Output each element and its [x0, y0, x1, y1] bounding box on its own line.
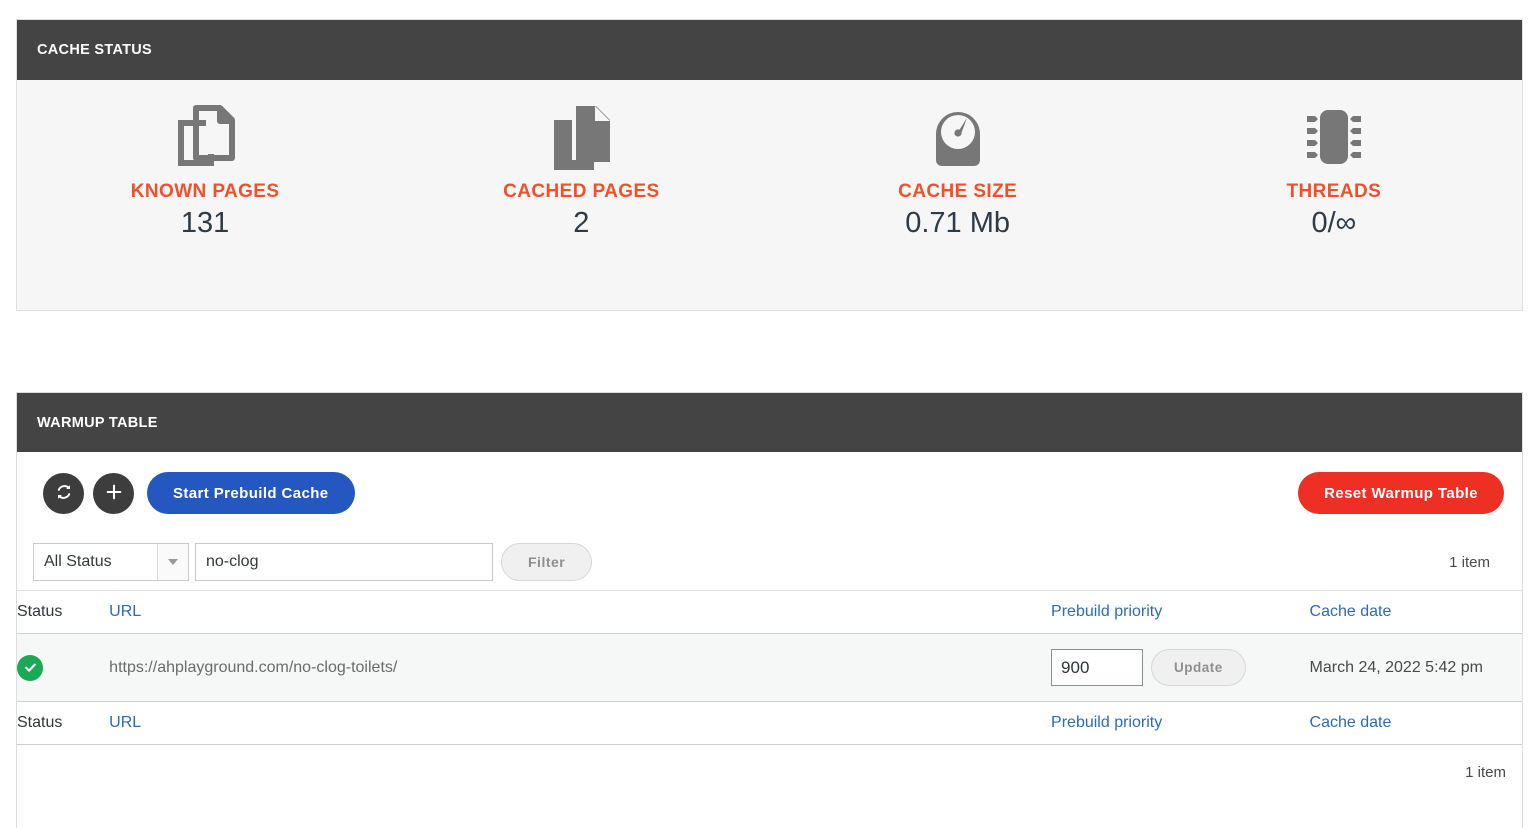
stat-threads: THREADS 0/∞: [1146, 98, 1522, 241]
cache-status-header: CACHE STATUS: [17, 20, 1522, 80]
footer-header-cache-date-link[interactable]: Cache date: [1310, 714, 1392, 731]
refresh-icon: [55, 483, 73, 504]
gauge-icon: [924, 98, 992, 176]
admin-page: CACHE STATUS KNOWN PAGES 131 CACHED PAGE…: [0, 0, 1539, 828]
chevron-down-icon: [157, 544, 188, 580]
status-filter-select[interactable]: All Status: [33, 543, 189, 581]
row-priority-cell: Update: [1051, 633, 1310, 702]
check-circle-icon: [17, 654, 43, 681]
warmup-table-foot: Status URL Prebuild priority Cache date: [17, 701, 1522, 745]
column-header-prebuild-priority: Prebuild priority: [1051, 590, 1310, 634]
warmup-table-body: https://ahplayground.com/no-clog-toilets…: [17, 633, 1522, 702]
table-header-row: Status URL Prebuild priority Cache date: [17, 590, 1522, 634]
stat-cached-pages: CACHED PAGES 2: [393, 98, 769, 241]
warmup-table-head: Status URL Prebuild priority Cache date: [17, 590, 1522, 634]
add-url-button[interactable]: [93, 472, 134, 514]
item-count-bottom: 1 item: [1465, 763, 1506, 781]
prebuild-priority-input[interactable]: [1051, 649, 1144, 686]
row-url-cell: https://ahplayground.com/no-clog-toilets…: [109, 633, 1052, 702]
filter-button[interactable]: Filter: [501, 543, 593, 581]
row-cache-date-text: March 24, 2022 5:42 pm: [1309, 658, 1483, 676]
copy-outline-icon: [174, 98, 236, 176]
column-header-cache-date: Cache date: [1309, 590, 1522, 634]
stat-value: 0/∞: [1311, 206, 1357, 239]
column-header-prebuild-priority-link[interactable]: Prebuild priority: [1051, 603, 1162, 620]
footer-header-url: URL: [109, 701, 1052, 745]
column-header-url: URL: [109, 590, 1052, 634]
cache-status-stats: KNOWN PAGES 131 CACHED PAGES 2 CACHE SIZ…: [17, 80, 1522, 310]
warmup-footer-count-row: 1 item: [17, 745, 1522, 799]
row-url-text: https://ahplayground.com/no-clog-toilets…: [109, 658, 398, 676]
stat-value: 2: [573, 206, 590, 239]
footer-header-cache-date: Cache date: [1309, 701, 1522, 745]
warmup-toolbar: Start Prebuild Cache Reset Warmup Table: [17, 452, 1522, 534]
stat-cache-size: CACHE SIZE 0.71 Mb: [770, 98, 1146, 241]
reset-warmup-table-button[interactable]: Reset Warmup Table: [1298, 472, 1504, 514]
footer-header-status: Status: [17, 701, 110, 745]
refresh-button[interactable]: [43, 472, 84, 514]
row-cache-date-cell: March 24, 2022 5:42 pm: [1309, 633, 1522, 702]
column-header-cache-date-link[interactable]: Cache date: [1310, 603, 1392, 620]
warmup-table-title: WARMUP TABLE: [37, 414, 158, 431]
start-prebuild-cache-button[interactable]: Start Prebuild Cache: [147, 472, 355, 514]
item-count-top: 1 item: [1449, 553, 1490, 571]
status-filter-value: All Status: [44, 553, 112, 570]
table-row: https://ahplayground.com/no-clog-toilets…: [17, 633, 1522, 702]
plus-icon: [105, 483, 123, 504]
stat-label: THREADS: [1286, 181, 1382, 202]
search-input[interactable]: [195, 543, 493, 581]
stat-label: CACHE SIZE: [898, 181, 1018, 202]
footer-header-prebuild-priority-link[interactable]: Prebuild priority: [1051, 714, 1162, 731]
copy-filled-icon: [550, 98, 612, 176]
footer-header-prebuild-priority: Prebuild priority: [1051, 701, 1310, 745]
cache-status-title: CACHE STATUS: [37, 42, 153, 58]
column-header-status: Status: [17, 590, 110, 634]
warmup-table-panel: WARMUP TABLE Start Prebuild Cache Reset …: [16, 392, 1523, 828]
column-header-url-link[interactable]: URL: [109, 603, 141, 620]
cpu-chip-icon: [1301, 98, 1367, 176]
warmup-table-header: WARMUP TABLE: [17, 393, 1522, 452]
cache-status-panel: CACHE STATUS KNOWN PAGES 131 CACHED PAGE…: [16, 19, 1523, 311]
warmup-table: Status URL Prebuild priority Cache date: [17, 590, 1522, 745]
stat-value: 131: [180, 206, 230, 239]
row-status-cell: [17, 633, 110, 702]
warmup-filter-row: All Status Filter 1 item: [17, 534, 1522, 590]
update-priority-button[interactable]: Update: [1151, 649, 1246, 686]
footer-header-url-link[interactable]: URL: [109, 714, 141, 731]
stat-value: 0.71 Mb: [905, 206, 1011, 239]
table-footer-row: Status URL Prebuild priority Cache date: [17, 701, 1522, 745]
stat-label: CACHED PAGES: [503, 181, 660, 202]
stat-label: KNOWN PAGES: [130, 181, 280, 202]
stat-known-pages: KNOWN PAGES 131: [17, 98, 393, 241]
